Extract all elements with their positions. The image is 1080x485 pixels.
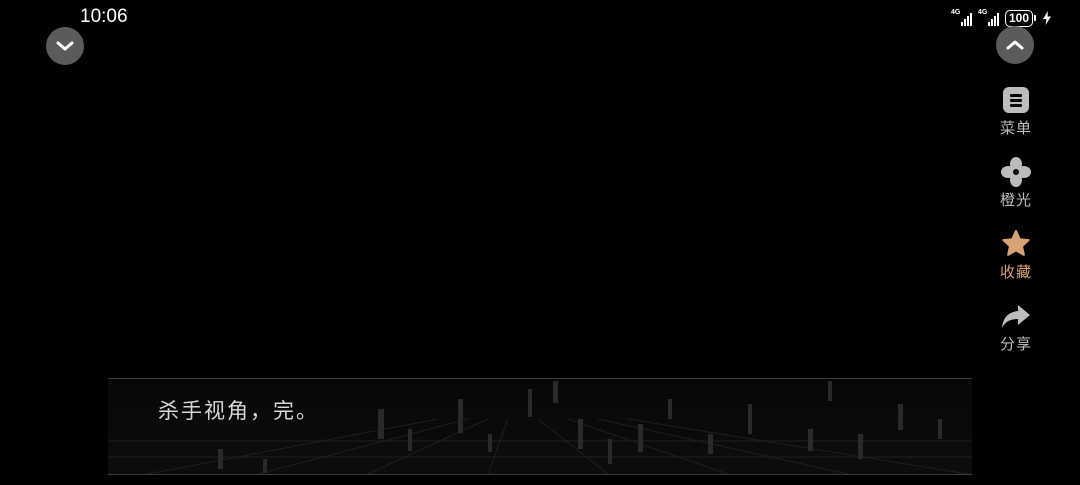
side-item-chengguang-label: 橙光 [999,191,1032,209]
dialogue-text: 杀手视角，完。 [158,399,319,423]
star-icon [1002,230,1030,256]
network-type-label: 4G [950,9,961,16]
chevron-up-icon [1006,40,1024,50]
dialogue-box[interactable]: 杀手视角，完。 [108,378,972,475]
fan-icon [1000,157,1031,187]
status-icons: 4G 4G 100 [951,8,1052,28]
network-type-label-2: 4G [977,9,988,16]
side-item-menu-label: 菜单 [999,119,1032,137]
side-item-favorite[interactable]: 收藏 [1000,228,1032,300]
battery-level: 100 [1004,9,1033,27]
side-item-share-label: 分享 [999,335,1032,353]
share-icon [1001,305,1030,328]
dialogue-background-pattern [108,381,972,474]
expand-button[interactable] [996,26,1034,64]
side-item-share[interactable]: 分享 [1000,300,1032,372]
side-item-favorite-label: 收藏 [999,263,1032,281]
chevron-down-icon [56,41,74,51]
signal-icon: 4G [950,9,972,26]
status-time: 10:06 [80,6,128,27]
side-menu: 菜单 橙光 收藏 分享 [990,84,1042,372]
battery-icon: 100 [1004,9,1036,27]
collapse-button[interactable] [46,27,84,65]
side-item-menu[interactable]: 菜单 [1000,84,1032,156]
signal-icon-2: 4G [977,9,999,26]
side-item-chengguang[interactable]: 橙光 [1000,156,1032,228]
charging-bolt-icon [1043,11,1051,25]
menu-icon [1002,87,1029,113]
